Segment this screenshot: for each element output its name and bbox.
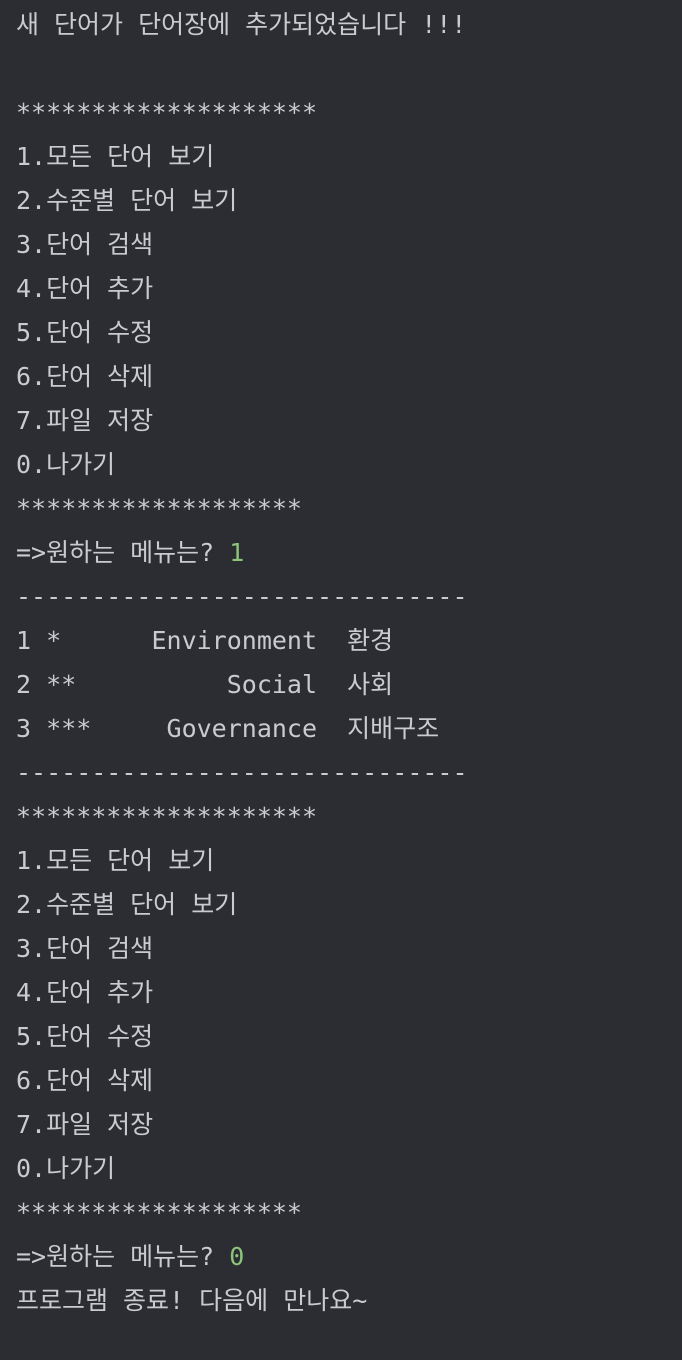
console-line: ------------------------------: [16, 751, 682, 795]
console-text: 7.파일 저장: [16, 406, 154, 435]
console-text: 5.단어 수정: [16, 1022, 154, 1051]
console-line: 0.나가기: [16, 1147, 682, 1191]
console-text: 1.모든 단어 보기: [16, 846, 215, 875]
console-text: 0.나가기: [16, 450, 116, 479]
console-text: 1.모든 단어 보기: [16, 142, 215, 171]
console-line: 4.단어 추가: [16, 971, 682, 1015]
console-text: 새 단어가 단어장에 추가되었습니다 !!!: [16, 10, 467, 39]
console-line: 1 * Environment 환경: [16, 619, 682, 663]
console-text: 3.단어 검색: [16, 934, 154, 963]
console-text: 프로그램 종료! 다음에 만나요~: [16, 1286, 368, 1315]
console-line: 1.모든 단어 보기: [16, 135, 682, 179]
console-line: 2 ** Social 사회: [16, 663, 682, 707]
console-text: 6.단어 삭제: [16, 1066, 154, 1095]
console-line: 7.파일 저장: [16, 399, 682, 443]
console-text: *******************: [16, 494, 302, 523]
console-prompt-line: =>원하는 메뉴는? 0: [16, 1235, 682, 1279]
console-text: ********************: [16, 802, 318, 831]
console-line: 6.단어 삭제: [16, 1059, 682, 1103]
console-line: 4.단어 추가: [16, 267, 682, 311]
console-text: =>원하는 메뉴는?: [16, 538, 230, 567]
console-line: 6.단어 삭제: [16, 355, 682, 399]
console-line: *******************: [16, 487, 682, 531]
console-line: 5.단어 수정: [16, 1015, 682, 1059]
console-line: 3 *** Governance 지배구조: [16, 707, 682, 751]
console-line: ------------------------------: [16, 575, 682, 619]
console-text: *******************: [16, 1198, 302, 1227]
console-text: ------------------------------: [16, 758, 468, 787]
console-text: 0.나가기: [16, 1154, 116, 1183]
console-line: 3.단어 검색: [16, 927, 682, 971]
console-text: =>원하는 메뉴는?: [16, 1242, 230, 1271]
console-line: 5.단어 수정: [16, 311, 682, 355]
console-text: 2 ** Social 사회: [16, 670, 394, 699]
console-text: 4.단어 추가: [16, 274, 154, 303]
console-line: 3.단어 검색: [16, 223, 682, 267]
console-text: 4.단어 추가: [16, 978, 154, 1007]
console-text: 5.단어 수정: [16, 318, 154, 347]
console-output: 새 단어가 단어장에 추가되었습니다 !!! ******************…: [0, 0, 682, 1323]
console-line: 프로그램 종료! 다음에 만나요~: [16, 1279, 682, 1323]
console-text: ------------------------------: [16, 582, 468, 611]
console-line: ********************: [16, 795, 682, 839]
user-input: 0: [229, 1242, 245, 1271]
console-line: 2.수준별 단어 보기: [16, 179, 682, 223]
console-text: ********************: [16, 98, 318, 127]
console-line: 2.수준별 단어 보기: [16, 883, 682, 927]
console-text: 2.수준별 단어 보기: [16, 186, 238, 215]
console-line: *******************: [16, 1191, 682, 1235]
console-line: 새 단어가 단어장에 추가되었습니다 !!!: [16, 3, 682, 47]
console-text: 3 *** Governance 지배구조: [16, 714, 440, 743]
console-text: 6.단어 삭제: [16, 362, 154, 391]
console-text: 7.파일 저장: [16, 1110, 154, 1139]
console-line: 7.파일 저장: [16, 1103, 682, 1147]
console-line: ********************: [16, 91, 682, 135]
console-text: 2.수준별 단어 보기: [16, 890, 238, 919]
user-input: 1: [229, 538, 245, 567]
console-line: 1.모든 단어 보기: [16, 839, 682, 883]
console-prompt-line: =>원하는 메뉴는? 1: [16, 531, 682, 575]
console-line: 0.나가기: [16, 443, 682, 487]
console-text: 3.단어 검색: [16, 230, 154, 259]
console-text: 1 * Environment 환경: [16, 626, 394, 655]
